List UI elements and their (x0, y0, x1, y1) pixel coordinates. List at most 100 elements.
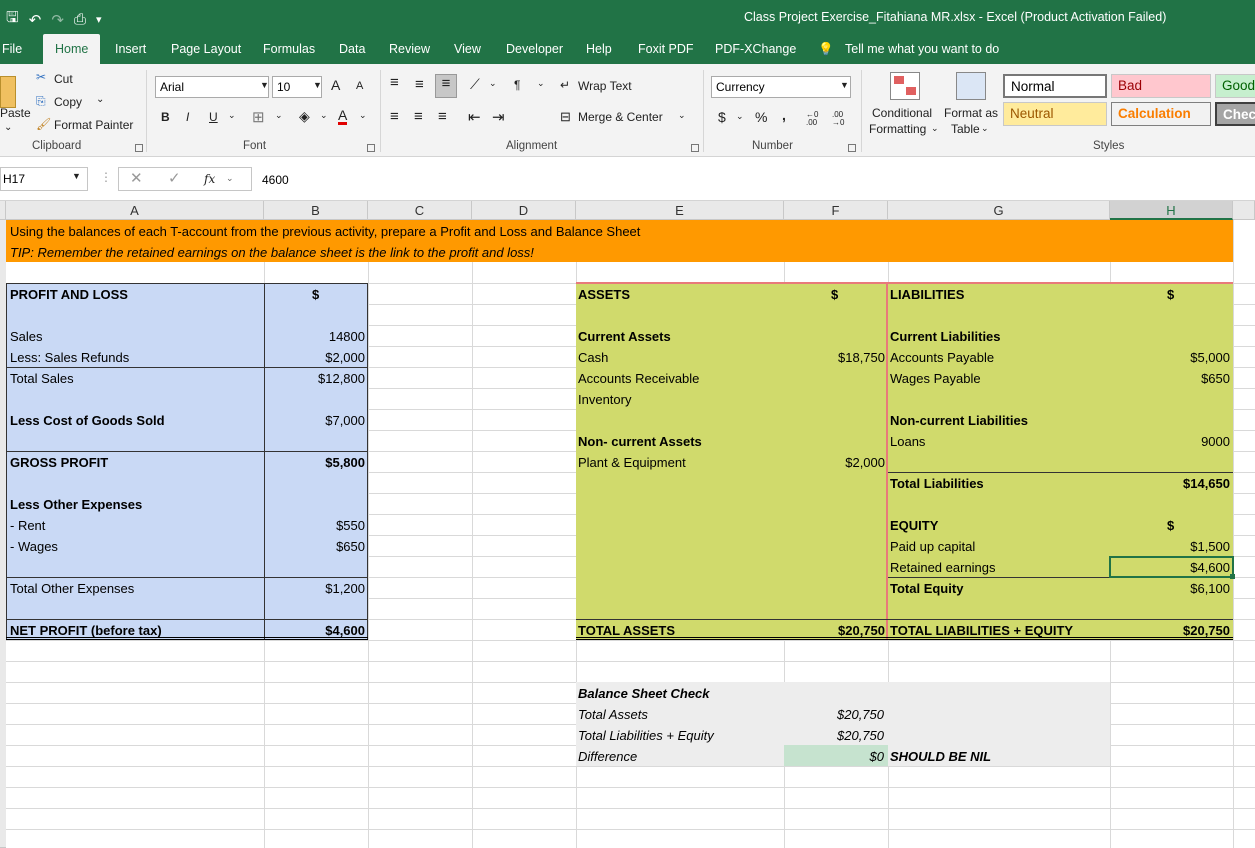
tab-review[interactable]: Review (389, 34, 430, 64)
banner-instruction[interactable]: Using the balances of each T-account fro… (10, 221, 640, 242)
accounts-payable-value[interactable]: $5,000 (1110, 347, 1230, 368)
loans-value[interactable]: 9000 (1110, 431, 1230, 452)
noncurrent-liabilities-label[interactable]: Non-current Liabilities (890, 410, 1028, 431)
font-launcher-icon[interactable] (367, 144, 375, 152)
pl-net-profit-label[interactable]: NET PROFIT (before tax) (10, 620, 162, 641)
pl-wages-label[interactable]: - Wages (10, 536, 58, 557)
total-liabilities-equity-label[interactable]: TOTAL LIABILITIES + EQUITY (890, 620, 1073, 641)
check-note[interactable]: SHOULD BE NIL (890, 746, 991, 767)
pl-rent-value[interactable]: $550 (264, 515, 365, 536)
paste-icon[interactable] (0, 76, 16, 108)
align-center-icon[interactable]: ≡ (414, 108, 423, 125)
paid-up-capital-label[interactable]: Paid up capital (890, 536, 975, 557)
customize-qat-icon[interactable]: ▾ (96, 13, 102, 26)
number-format-dropdown-icon[interactable]: ▼ (840, 80, 849, 90)
tab-data[interactable]: Data (339, 34, 365, 64)
undo-icon[interactable]: ↶ (29, 11, 42, 29)
tab-insert[interactable]: Insert (115, 34, 146, 64)
tab-pdf-xchange[interactable]: PDF-XChange (715, 34, 796, 64)
align-left-icon[interactable]: ≡ (390, 108, 399, 125)
align-top-icon[interactable]: ≡ (390, 74, 399, 91)
format-as-table-button-line2[interactable]: Table (951, 122, 980, 136)
grow-font-button[interactable]: A (331, 77, 340, 93)
paste-dropdown-icon[interactable]: ⌄ (4, 122, 12, 133)
liabilities-title[interactable]: LIABILITIES (890, 284, 964, 305)
copy-button[interactable]: Copy (54, 95, 82, 109)
style-calculation[interactable]: Calculation (1111, 102, 1211, 126)
balance-check-title[interactable]: Balance Sheet Check (578, 683, 710, 704)
pl-total-sales-value[interactable]: $12,800 (264, 368, 365, 389)
italic-button[interactable]: I (186, 110, 189, 124)
column-header-e[interactable]: E (576, 201, 784, 220)
total-equity-label[interactable]: Total Equity (890, 578, 963, 599)
assets-title[interactable]: ASSETS (578, 284, 630, 305)
paste-button[interactable]: Paste (0, 106, 31, 120)
accounts-receivable-label[interactable]: Accounts Receivable (578, 368, 699, 389)
cash-value[interactable]: $18,750 (784, 347, 885, 368)
inventory-label[interactable]: Inventory (578, 389, 631, 410)
cash-label[interactable]: Cash (578, 347, 608, 368)
conditional-formatting-button[interactable]: Conditional (872, 106, 932, 120)
pl-sales-value[interactable]: 14800 (264, 326, 365, 347)
cut-button[interactable]: Cut (54, 72, 73, 86)
fx-dropdown-icon[interactable]: ⌄ (226, 173, 234, 184)
pl-other-expenses-label[interactable]: Less Other Expenses (10, 494, 142, 515)
retained-earnings-label[interactable]: Retained earnings (890, 557, 996, 578)
column-header-c[interactable]: C (368, 201, 472, 220)
comma-style-button[interactable]: , (782, 107, 786, 123)
current-liabilities-label[interactable]: Current Liabilities (890, 326, 1001, 347)
number-launcher-icon[interactable] (848, 144, 856, 152)
print-preview-icon[interactable]: ⎙ (74, 11, 86, 28)
noncurrent-assets-label[interactable]: Non- current Assets (578, 431, 702, 452)
fill-color-icon[interactable]: ◈ (299, 108, 310, 125)
bold-button[interactable]: B (161, 110, 170, 124)
accounting-dropdown-icon[interactable]: ⌄ (736, 111, 744, 122)
copy-dropdown-icon[interactable]: ⌄ (96, 94, 104, 105)
insert-function-button[interactable]: fx (204, 172, 215, 186)
accounts-payable-label[interactable]: Accounts Payable (890, 347, 994, 368)
formula-input[interactable]: 4600 (262, 173, 289, 187)
align-middle-icon[interactable]: ≡ (415, 76, 424, 93)
check-difference-value[interactable]: $0 (784, 746, 884, 767)
pl-cogs-label[interactable]: Less Cost of Goods Sold (10, 410, 165, 431)
pl-title[interactable]: PROFIT AND LOSS (10, 284, 128, 305)
style-normal[interactable]: Normal (1003, 74, 1107, 98)
number-format-select[interactable]: Currency (711, 76, 851, 98)
style-good[interactable]: Good (1215, 74, 1255, 98)
shrink-font-button[interactable]: A (356, 80, 363, 92)
pl-total-other-label[interactable]: Total Other Expenses (10, 578, 134, 599)
total-equity-value[interactable]: $6,100 (1110, 578, 1230, 599)
cancel-icon[interactable]: ✕ (130, 169, 143, 187)
tab-file[interactable]: File (2, 34, 22, 64)
borders-dropdown-icon[interactable]: ⌄ (275, 110, 283, 121)
font-name-select[interactable]: Arial (155, 76, 269, 98)
orientation-icon[interactable]: ⟋ (470, 76, 480, 93)
decrease-decimal-button[interactable]: .00 →0 (832, 111, 854, 127)
font-name-dropdown-icon[interactable]: ▼ (260, 80, 269, 90)
pl-wages-value[interactable]: $650 (264, 536, 365, 557)
check-total-le-label[interactable]: Total Liabilities + Equity (578, 725, 714, 746)
format-as-table-button[interactable]: Format as (944, 106, 998, 120)
plant-equipment-value[interactable]: $2,000 (784, 452, 885, 473)
align-bottom-icon[interactable]: ≡ (435, 74, 457, 98)
column-header-g[interactable]: G (888, 201, 1110, 220)
column-header-b[interactable]: B (264, 201, 368, 220)
fill-handle[interactable] (1230, 574, 1235, 579)
accounting-format-button[interactable]: $ (718, 109, 726, 125)
wrap-text-button[interactable]: Wrap Text (578, 79, 632, 93)
liabilities-currency[interactable]: $ (1167, 284, 1174, 305)
check-total-assets-label[interactable]: Total Assets (578, 704, 648, 725)
font-size-dropdown-icon[interactable]: ▼ (313, 80, 322, 90)
column-header-i[interactable] (1233, 201, 1255, 220)
check-difference-label[interactable]: Difference (578, 746, 637, 767)
total-liabilities-label[interactable]: Total Liabilities (890, 473, 984, 494)
tell-me-search[interactable]: Tell me what you want to do (845, 34, 999, 64)
pl-currency[interactable]: $ (312, 284, 319, 305)
style-check-cell[interactable]: Chec (1215, 102, 1255, 126)
column-header-a[interactable]: A (6, 201, 264, 220)
percent-style-button[interactable]: % (755, 109, 767, 125)
increase-decimal-button[interactable]: ←0 .00 (806, 111, 828, 127)
column-header-h[interactable]: H (1110, 201, 1233, 220)
merge-dropdown-icon[interactable]: ⌄ (678, 110, 686, 121)
wages-payable-value[interactable]: $650 (1110, 368, 1230, 389)
